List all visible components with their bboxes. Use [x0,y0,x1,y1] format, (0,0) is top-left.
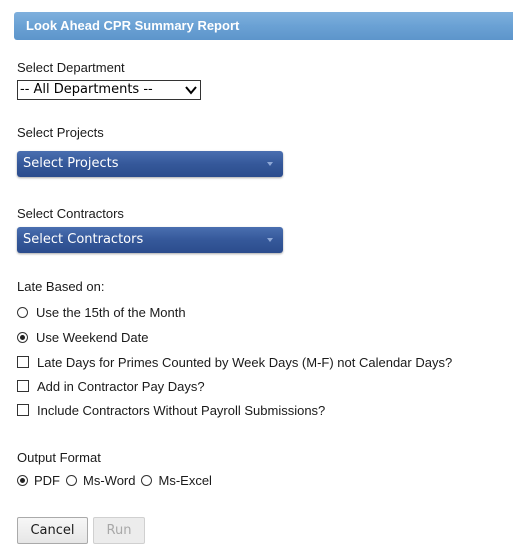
checkbox-late-days-weekdays[interactable] [17,356,29,368]
radio-weekend-label: Use Weekend Date [36,329,149,345]
checkbox-contractor-pay-days[interactable] [17,380,29,392]
department-label: Select Department [17,60,125,75]
checkbox-pay-days-label: Add in Contractor Pay Days? [37,378,205,394]
report-title-bar: Look Ahead CPR Summary Report [14,12,513,40]
contractors-multiselect[interactable]: Select Contractors [17,227,283,253]
caret-down-icon [267,162,273,166]
format-pdf-label: PDF [34,472,60,488]
checkbox-row-pay-days[interactable]: Add in Contractor Pay Days? [17,378,205,394]
output-format-options: PDF Ms-Word Ms-Excel [17,472,218,488]
department-selected-value: -- All Departments -- [20,82,153,97]
contractors-label: Select Contractors [17,206,124,221]
caret-down-icon [267,238,273,242]
output-format-label: Output Format [17,450,101,465]
radio-option-weekend[interactable]: Use Weekend Date [17,329,149,345]
radio-option-15th[interactable]: Use the 15th of the Month [17,304,186,320]
run-button[interactable]: Run [93,517,145,544]
cancel-button[interactable]: Cancel [17,517,88,544]
projects-multiselect[interactable]: Select Projects [17,151,283,177]
radio-format-pdf[interactable] [17,474,28,486]
contractors-multiselect-text: Select Contractors [23,232,144,247]
checkbox-late-days-label: Late Days for Primes Counted by Week Day… [37,354,453,370]
report-title: Look Ahead CPR Summary Report [26,18,240,33]
format-excel-label: Ms-Excel [158,472,212,488]
checkbox-row-weekdays[interactable]: Late Days for Primes Counted by Week Day… [17,354,452,370]
checkbox-row-no-payroll[interactable]: Include Contractors Without Payroll Subm… [17,402,325,418]
format-word-label: Ms-Word [83,472,136,488]
checkbox-without-payroll-label: Include Contractors Without Payroll Subm… [37,402,326,418]
projects-label: Select Projects [17,125,104,140]
chevron-down-icon [185,86,197,95]
late-based-label: Late Based on: [17,279,105,294]
radio-15th-label: Use the 15th of the Month [36,304,186,320]
radio-format-excel[interactable] [141,474,153,486]
radio-format-word[interactable] [66,474,77,486]
radio-weekend-date[interactable] [17,331,28,343]
department-select[interactable]: -- All Departments -- [17,80,201,100]
radio-15th-of-month[interactable] [17,306,28,318]
projects-multiselect-text: Select Projects [23,156,119,171]
checkbox-without-payroll[interactable] [17,404,29,416]
